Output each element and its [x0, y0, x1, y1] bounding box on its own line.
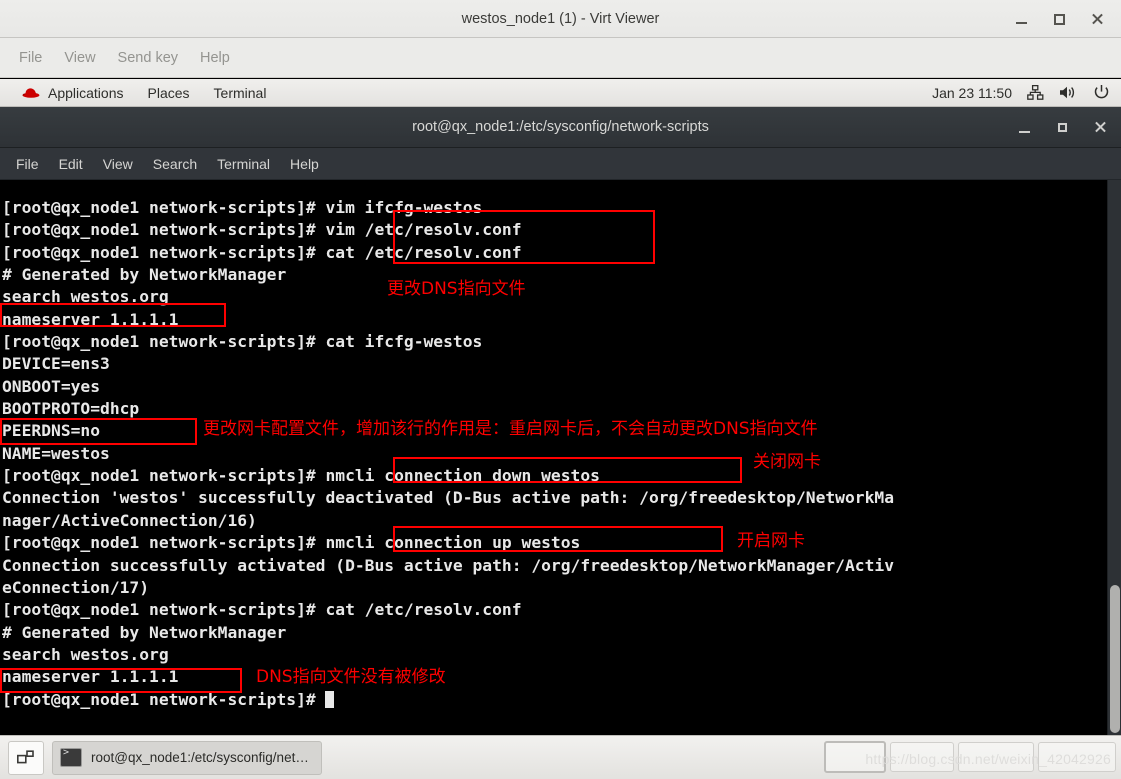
terminal-line: [root@qx_node1 network-scripts]# cat /et… [2, 242, 522, 262]
terminal-line: nager/ActiveConnection/16) [2, 510, 257, 530]
applications-menu[interactable]: Applications [10, 85, 136, 101]
redhat-fedora-icon [22, 86, 40, 100]
terminal-title: root@qx_node1:/etc/sysconfig/network-scr… [412, 119, 709, 135]
terminal-line: [root@qx_node1 network-scripts]# nmcli c… [2, 466, 600, 486]
terminal-line: eConnection/17) [2, 577, 150, 597]
terminal-window-controls [1009, 107, 1115, 148]
terminal-line: DEVICE=ens3 [2, 354, 110, 374]
terminal-icon [60, 747, 82, 767]
network-icon[interactable] [1025, 83, 1045, 103]
annotation-note: 关闭网卡 [753, 452, 821, 472]
annotation-note: 开启网卡 [737, 531, 805, 551]
terminal-line: nameserver 1.1.1.1 [2, 309, 179, 329]
terminal-line: [root@qx_node1 network-scripts]# vim /et… [2, 220, 522, 240]
annotation-note: 更改DNS指向文件 [387, 279, 526, 299]
terminal-line: [root@qx_node1 network-scripts]# [0, 689, 1110, 711]
terminal-output-area[interactable]: [root@qx_node1 network-scripts]# vim ifc… [0, 180, 1121, 735]
terminal-line: # Generated by NetworkManager [2, 622, 287, 642]
terminal-menu-view[interactable]: View [93, 154, 143, 174]
terminal-titlebar: root@qx_node1:/etc/sysconfig/network-scr… [0, 107, 1121, 148]
places-menu[interactable]: Places [136, 85, 202, 101]
annotation-note: DNS指向文件没有被修改 [256, 667, 446, 687]
panel-clock[interactable]: Jan 23 11:50 [932, 85, 1012, 101]
power-icon[interactable] [1091, 83, 1111, 103]
terminal-text: [root@qx_node1 network-scripts]# vim ifc… [0, 197, 1110, 711]
terminal-line: [root@qx_node1 network-scripts]# nmcli c… [2, 533, 581, 553]
menu-file[interactable]: File [8, 47, 53, 69]
terminal-close-icon[interactable] [1085, 113, 1115, 143]
volume-icon[interactable] [1058, 83, 1078, 103]
maximize-icon[interactable] [1043, 4, 1075, 34]
virt-viewer-window: westos_node1 (1) - Virt Viewer File View… [0, 0, 1121, 779]
show-desktop-icon[interactable] [8, 740, 44, 775]
terminal-menu-search[interactable]: Search [143, 154, 207, 174]
minimize-icon[interactable] [1005, 4, 1037, 34]
virt-viewer-title: westos_node1 (1) - Virt Viewer [461, 11, 660, 27]
terminal-line: [root@qx_node1 network-scripts]# cat ifc… [2, 332, 483, 352]
close-icon[interactable] [1081, 4, 1113, 34]
terminal-scrollbar-thumb[interactable] [1110, 585, 1120, 733]
terminal-menu[interactable]: Terminal [202, 85, 279, 101]
menu-view[interactable]: View [53, 47, 106, 69]
applications-menu-label: Applications [48, 84, 124, 101]
terminal-menu-edit[interactable]: Edit [49, 154, 93, 174]
terminal-line: search westos.org [2, 644, 169, 664]
terminal-line: # Generated by NetworkManager [2, 265, 287, 285]
terminal-line: [root@qx_node1 network-scripts]# cat /et… [2, 600, 522, 620]
terminal-line: Connection successfully activated (D-Bus… [2, 555, 894, 575]
terminal-line: ONBOOT=yes [2, 376, 101, 396]
terminal-menu-file[interactable]: File [6, 154, 49, 174]
virt-viewer-window-controls [1005, 0, 1113, 38]
menu-send-key[interactable]: Send key [107, 47, 189, 69]
terminal-menu-terminal[interactable]: Terminal [207, 154, 280, 174]
panel-left-group: Applications Places Terminal [0, 85, 278, 101]
terminal-line: BOOTPROTO=dhcp [2, 399, 140, 419]
terminal-line: nameserver 1.1.1.1 [2, 667, 179, 687]
virt-viewer-menubar: File View Send key Help [0, 38, 1121, 78]
annotation-note: 更改网卡配置文件，增加该行的作用是：重启网卡后，不会自动更改DNS指向文件 [203, 419, 818, 439]
terminal-line: NAME=westos [2, 443, 110, 463]
terminal-line: [root@qx_node1 network-scripts]# vim ifc… [2, 198, 483, 217]
gnome-top-panel: Applications Places Terminal Jan 23 11:5… [0, 79, 1121, 107]
taskbar-window-button[interactable]: root@qx_node1:/etc/sysconfig/net… [52, 740, 322, 775]
terminal-cursor [325, 690, 335, 708]
terminal-minimize-icon[interactable] [1009, 113, 1039, 143]
terminal-menu-help[interactable]: Help [280, 154, 329, 174]
virt-viewer-titlebar: westos_node1 (1) - Virt Viewer [0, 0, 1121, 38]
bottom-taskbar: root@qx_node1:/etc/sysconfig/net… [0, 735, 1121, 779]
menu-help[interactable]: Help [189, 47, 241, 69]
terminal-menubar: File Edit View Search Terminal Help [0, 148, 1121, 180]
terminal-scrollbar[interactable] [1107, 180, 1121, 735]
terminal-line: Connection 'westos' successfully deactiv… [2, 488, 894, 508]
taskbar-window-label: root@qx_node1:/etc/sysconfig/net… [91, 750, 309, 765]
terminal-maximize-icon[interactable] [1047, 113, 1077, 143]
terminal-line: search westos.org [2, 287, 169, 307]
panel-right-group: Jan 23 11:50 [932, 83, 1121, 103]
